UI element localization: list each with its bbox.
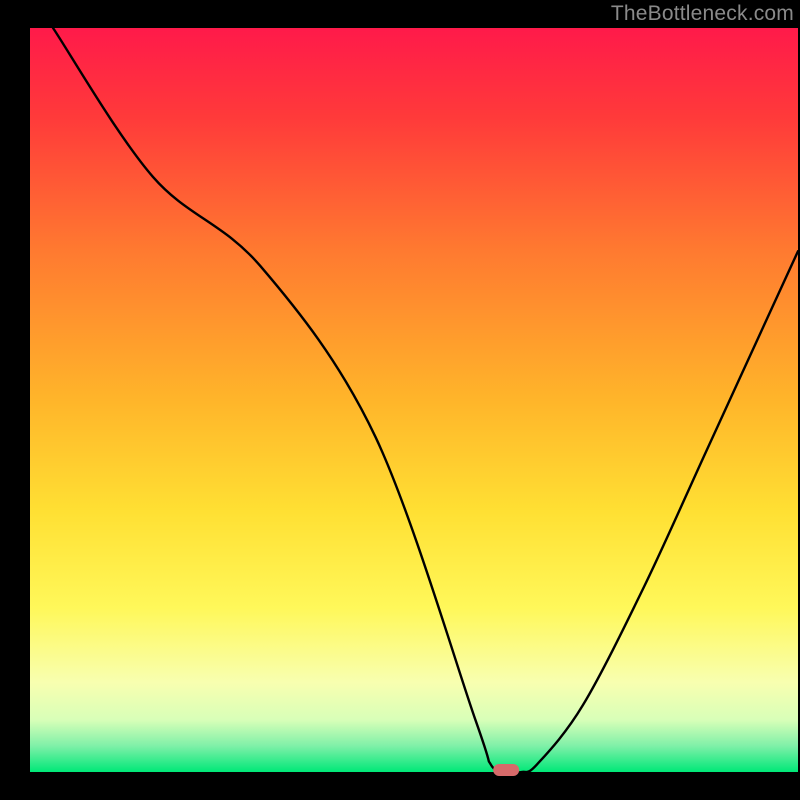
attribution-text: TheBottleneck.com — [611, 2, 794, 26]
bottleneck-chart — [0, 0, 800, 800]
chart-container: TheBottleneck.com — [0, 0, 800, 800]
bottleneck-marker — [493, 764, 519, 776]
chart-gradient-area — [30, 28, 798, 772]
